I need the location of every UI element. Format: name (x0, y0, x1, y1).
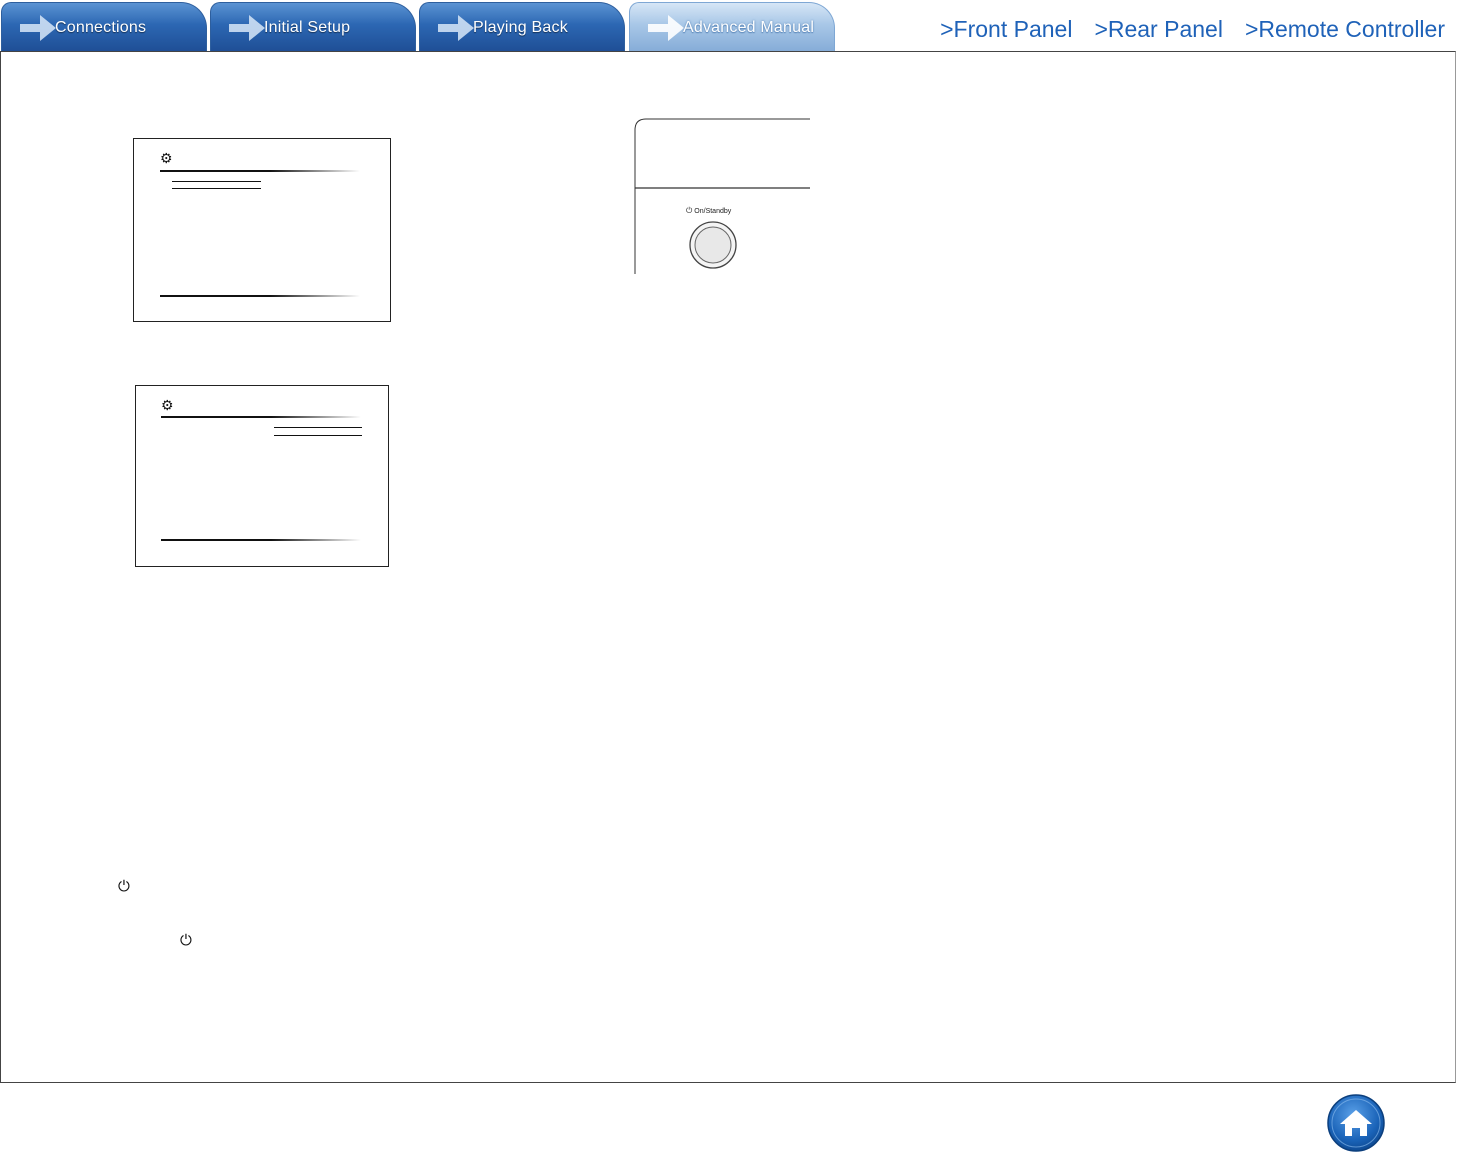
front-panel-illustration: ⏻ On/Standby (634, 118, 810, 274)
arrow-right-icon (648, 15, 684, 41)
panel-links: >Front Panel >Rear Panel >Remote Control… (940, 16, 1445, 43)
tab-playing-back[interactable]: Playing Back (419, 2, 625, 51)
on-standby-text: On/Standby (694, 208, 732, 215)
menu-item-underline (274, 435, 362, 436)
gear-icon: ⚙ (161, 397, 174, 413)
power-icon: ⏻ (180, 932, 192, 949)
menu-item-underline (172, 181, 261, 182)
gear-icon: ⚙ (160, 150, 173, 166)
menu-footer-divider (161, 539, 361, 541)
tab-advanced-manual[interactable]: Advanced Manual (629, 2, 835, 51)
section-tabs: Connections Initial Setup Playing Back A… (0, 0, 840, 52)
power-icon: ⏻ (686, 206, 693, 215)
tab-label: Initial Setup (264, 19, 351, 36)
on-standby-label: ⏻ On/Standby (686, 206, 731, 216)
link-rear-panel[interactable]: >Rear Panel (1094, 16, 1223, 43)
arrow-right-icon (438, 15, 474, 41)
osd-menu-screen-2: ⚙ (135, 385, 389, 567)
menu-header-divider (160, 170, 360, 172)
arrow-right-icon (20, 15, 56, 41)
link-front-panel[interactable]: >Front Panel (940, 16, 1072, 43)
menu-footer-divider (160, 295, 360, 297)
tab-label: Playing Back (473, 19, 568, 36)
menu-header-divider (161, 416, 361, 418)
power-icon: ⏻ (118, 878, 130, 895)
arrow-right-icon (229, 15, 265, 41)
home-icon (1327, 1094, 1385, 1152)
tab-label: Connections (55, 19, 147, 36)
tab-connections[interactable]: Connections (1, 2, 207, 51)
tab-label: Advanced Manual (683, 19, 815, 36)
menu-item-underline (274, 427, 362, 428)
menu-item-underline (172, 188, 261, 189)
tab-initial-setup[interactable]: Initial Setup (210, 2, 416, 51)
osd-menu-screen-1: ⚙ (133, 138, 391, 322)
home-button[interactable] (1326, 1093, 1386, 1153)
link-remote-controller[interactable]: >Remote Controller (1245, 16, 1445, 43)
